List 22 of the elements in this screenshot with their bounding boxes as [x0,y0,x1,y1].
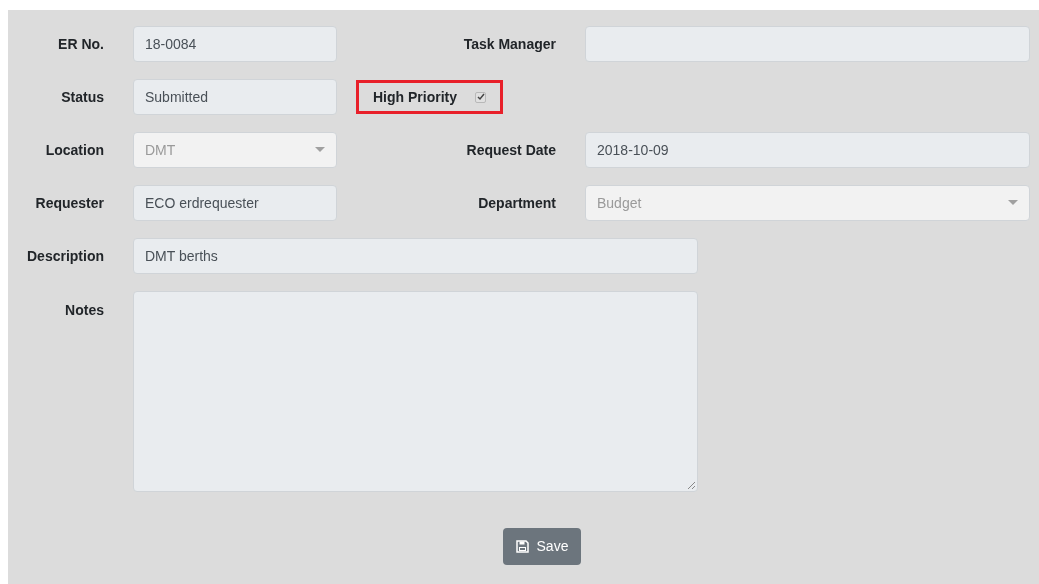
field-label: High Priority [373,87,457,107]
field-label: Notes [65,302,104,318]
field-label: Department [478,194,556,211]
field-label: Task Manager [463,35,556,52]
field-label: Request Date [466,141,556,158]
caret-icon [1008,200,1018,206]
field-label: Requester [35,194,104,211]
resize-handle-icon[interactable] [687,481,695,489]
text-field[interactable] [585,26,1030,62]
checkbox[interactable] [475,91,486,103]
save-button[interactable]: Save [503,528,581,565]
text-field[interactable]: 18-0084 [133,26,337,62]
text-field[interactable]: Submitted [133,79,337,115]
notes-field[interactable] [133,291,698,492]
field-label: Description [27,247,104,264]
text-field[interactable]: DMT berths [133,238,698,274]
text-field[interactable]: ECO erdrequester [133,185,337,221]
field-label: Status [61,88,104,105]
caret-icon [315,147,325,153]
field-label: Location [45,141,104,158]
text-field[interactable]: 2018-10-09 [585,132,1030,168]
field-label: ER No. [58,35,104,52]
